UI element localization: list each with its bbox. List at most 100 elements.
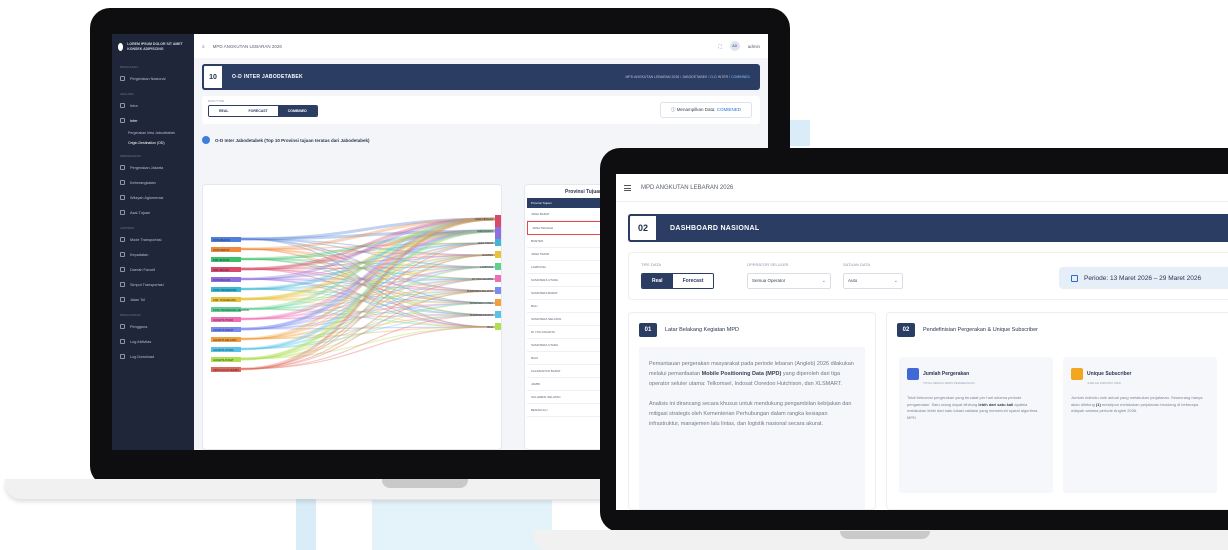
sidebar-item[interactable]: Pengguna xyxy=(112,319,194,334)
card-header: 02 Pendefinisian Pergerakan & Unique Sub… xyxy=(887,313,1228,347)
sankey-source-label: KAB. BOGOR xyxy=(213,258,229,262)
dashboard-filters: TIPE DATA Real Forecast OPERATOR SELULER… xyxy=(628,252,1228,300)
sidebar-item[interactable]: Log Download xyxy=(112,349,194,364)
backdrop-stripe xyxy=(296,496,316,550)
sidebar-section: Analisis xyxy=(120,92,134,96)
data-type-toggle: REAL FORECAST COMBINED xyxy=(208,105,318,117)
page-header: 10 O-D INTER JABODETABEK MPD ANGKUTAN LE… xyxy=(202,64,760,90)
operator-select[interactable]: Semua Operator ⌄ xyxy=(747,273,831,289)
sidebar-item-active[interactable]: Inter xyxy=(112,113,194,128)
sidebar-sub-item[interactable]: Pergerakan Intra Jabodetabek xyxy=(112,128,194,138)
sidebar-item[interactable]: Keberangkatan xyxy=(112,175,194,190)
sankey-target-node[interactable] xyxy=(495,287,501,294)
sankey-source-label: KOTA BOGOR xyxy=(213,278,230,282)
sankey-target-node[interactable] xyxy=(495,275,501,282)
sidebar-item[interactable]: Wilayah Aglomerasi xyxy=(112,190,194,205)
menu-icon[interactable] xyxy=(624,184,631,191)
sankey-target-node[interactable] xyxy=(495,215,501,229)
pendefinisian-card: 02 Pendefinisian Pergerakan & Unique Sub… xyxy=(886,312,1228,510)
train-icon xyxy=(120,282,125,287)
sidebar-item[interactable]: Jalan Tol xyxy=(112,292,194,307)
sidebar-item[interactable]: Pergerakan Jakarta xyxy=(112,160,194,175)
chevron-down-icon: ⌄ xyxy=(893,278,898,284)
sidebar-item[interactable]: Log Aktivitas xyxy=(112,334,194,349)
sankey-target-node[interactable] xyxy=(495,263,501,270)
sidebar-item[interactable]: Mode Transportasi xyxy=(112,232,194,247)
laptop-front-notch xyxy=(840,531,930,539)
app-title: MPD ANGKUTAN LEBARAN 2026 xyxy=(212,43,282,49)
sidebar-sub-item-active[interactable]: Origin-Destination (OD) xyxy=(112,138,194,148)
chart-icon xyxy=(120,165,125,170)
sankey-target-node[interactable] xyxy=(495,227,501,241)
laptop-front-screen: MPD ANGKUTAN LEBARAN 2026 02 DASHBOARD N… xyxy=(616,174,1228,510)
toggle-real[interactable]: Real xyxy=(642,274,673,288)
user-name[interactable]: admin xyxy=(748,44,760,49)
page-title: DASHBOARD NASIONAL xyxy=(670,224,760,232)
app-title: MPD ANGKUTAN LEBARAN 2026 xyxy=(641,184,734,191)
sankey-target-label: JAWA BARAT xyxy=(477,229,493,233)
toggle-combined[interactable]: COMBINED xyxy=(277,106,317,116)
sankey-target-label: JAWA TENGAH xyxy=(475,217,493,221)
bus-icon xyxy=(120,237,125,242)
sankey-target-node[interactable] xyxy=(495,251,501,258)
laptop-back-notch xyxy=(382,479,468,488)
page-title: O-D INTER JABODETABEK xyxy=(232,74,303,80)
sankey-chart-card: KOTA BEKASI KOTA DEPOK KAB. BOGOR KAB. BEKA… xyxy=(202,184,502,450)
footprints-icon xyxy=(907,367,919,380)
period-badge[interactable]: Periode: 13 Maret 2026 – 29 Maret 2026 xyxy=(1059,267,1228,289)
toggle-real[interactable]: REAL xyxy=(209,106,239,116)
sankey-source-label: JAKARTA UTARA xyxy=(213,348,234,352)
sankey-target-label: DI YOGYAKARTA xyxy=(472,277,493,281)
sidebar-item[interactable]: Pergerakan Nasional xyxy=(112,71,194,86)
road-icon xyxy=(120,297,125,302)
sankey-target-label: LAMPUNG xyxy=(480,265,493,269)
chevron-down-icon: ⌄ xyxy=(821,278,826,284)
download-icon xyxy=(120,354,125,359)
fullscreen-icon[interactable]: ⛶ xyxy=(719,44,722,49)
sankey-source-label: KAB. TANGERANG xyxy=(213,298,236,302)
paragraph: Analisis ini dirancang secara khusus unt… xyxy=(649,401,852,427)
sidebar-item[interactable]: Kepadatan xyxy=(112,247,194,262)
sankey-source-label: KAB. BEKASI xyxy=(213,268,229,272)
laptop-front: MPD ANGKUTAN LEBARAN 2026 02 DASHBOARD N… xyxy=(600,148,1228,532)
back-topbar: ≡ MPD ANGKUTAN LEBARAN 2026 ⛶ AD admin xyxy=(194,34,768,58)
sankey-target-node[interactable] xyxy=(495,311,501,318)
avatar[interactable]: AD xyxy=(729,41,740,51)
flag-icon xyxy=(120,180,125,185)
sankey-target-label: JAWA TIMUR xyxy=(477,241,493,245)
sankey-link[interactable] xyxy=(240,314,496,370)
calendar-icon xyxy=(1071,274,1078,282)
toggle-forecast[interactable]: Forecast xyxy=(672,274,714,288)
backdrop-stripe xyxy=(790,120,810,146)
sankey-target-node[interactable] xyxy=(495,299,501,306)
card-number: 01 xyxy=(639,323,657,337)
unit-label: SATUAN DATA xyxy=(843,262,871,267)
card-header: 01 Latar Belakang Kegiatan MPD xyxy=(629,313,875,347)
sankey-source-label: KOTA TANGERANG xyxy=(213,288,237,292)
sankey-target-node[interactable] xyxy=(495,323,501,330)
data-type-filter: DATA TYPE REAL FORECAST COMBINED ⓘ Menam… xyxy=(202,96,760,124)
sidebar-item[interactable]: Asal-Tujuan xyxy=(112,205,194,220)
backdrop-stripe xyxy=(372,500,552,550)
sankey-source-label: KOTA BEKASI xyxy=(213,238,230,242)
sidebar-item[interactable]: Intra xyxy=(112,98,194,113)
logo-text: LOREM IPSUM DOLOR SIT AMET KONSEK ADIPIS… xyxy=(127,42,183,51)
breadcrumb: MPD ANGKUTAN LEBARAN 2026 / JABODETABEK … xyxy=(625,75,750,79)
sankey-source-label: JAKARTA TIMUR xyxy=(213,318,233,322)
card-number: 02 xyxy=(897,323,915,337)
sankey-target-node[interactable] xyxy=(495,239,501,246)
section-title: O-D Inter Jabodetabek (Top 10 Provinsi t… xyxy=(202,136,760,144)
sankey-target-label: SUMATERA UTARA xyxy=(470,301,494,305)
toggle-forecast[interactable]: FORECAST xyxy=(238,106,278,116)
sankey-diagram[interactable]: KOTA BEKASI KOTA DEPOK KAB. BOGOR KAB. BEKA… xyxy=(203,185,502,450)
sankey-target-label: BALI xyxy=(487,325,493,329)
list-icon xyxy=(120,103,125,108)
sidebar-item[interactable]: Simpul Transportasi xyxy=(112,277,194,292)
home-icon xyxy=(120,118,125,123)
jumlah-pergerakan-box: Jumlah Pergerakan TOTAL SEMUA JENIS PERG… xyxy=(899,357,1053,493)
latar-belakang-card: 01 Latar Belakang Kegiatan MPD Pemantaua… xyxy=(628,312,876,510)
star-icon xyxy=(120,267,125,272)
unit-select[interactable]: Auto ⌄ xyxy=(843,273,903,289)
sidebar-item[interactable]: Daerah Favorit xyxy=(112,262,194,277)
menu-icon[interactable]: ≡ xyxy=(202,44,205,49)
